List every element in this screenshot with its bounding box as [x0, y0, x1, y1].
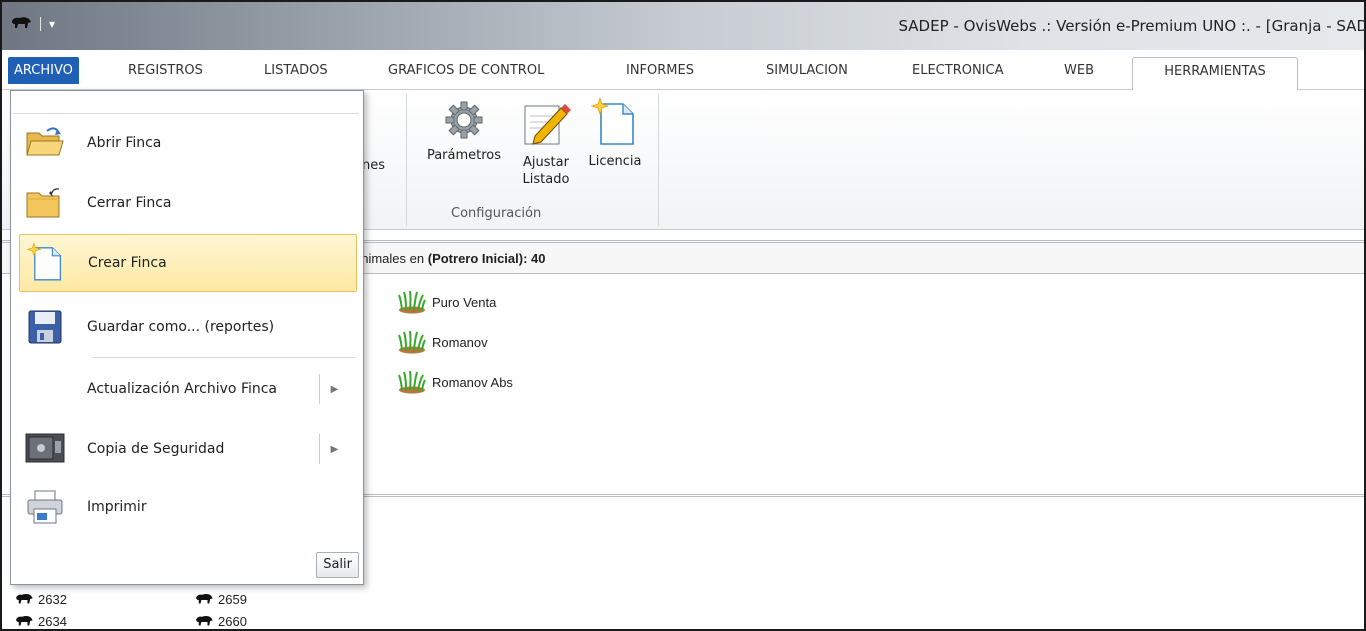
configuracion-group-label: Configuración: [451, 206, 542, 221]
salir-button[interactable]: Salir: [316, 552, 359, 578]
pasture-item[interactable]: Romanov: [398, 330, 488, 354]
animal-count-location: (Potrero Inicial): 40: [427, 251, 546, 266]
animal-item[interactable]: 2660: [194, 614, 247, 629]
sheep-icon: [16, 615, 33, 625]
file-menu-items: Abrir Finca Cerrar Finca Crear Finca Gua…: [13, 113, 359, 545]
new-document-icon: [26, 243, 62, 281]
crear-finca-label: Crear Finca: [88, 255, 167, 271]
ajustar-listado-label: Ajustar Listado: [522, 155, 570, 187]
pasture-label: Puro Venta: [432, 294, 497, 310]
animal-count-text: animales en (Potrero Inicial): 40: [354, 251, 545, 266]
window-title: SADEP - OvisWebs .: Versión e-Premium UN…: [898, 17, 1366, 35]
tab-registros[interactable]: REGISTROS: [128, 57, 203, 84]
sheep-icon: [196, 615, 213, 625]
tab-simulacion[interactable]: SIMULACION: [766, 57, 848, 84]
grass-icon: [398, 290, 426, 314]
animal-id: 2660: [218, 614, 247, 629]
crear-finca-item[interactable]: Crear Finca: [19, 234, 357, 292]
copia-de-seguridad-item[interactable]: Copia de Seguridad ▶: [19, 420, 357, 478]
sheep-icon: [196, 593, 213, 603]
file-menu: Abrir Finca Cerrar Finca Crear Finca Gua…: [10, 90, 364, 585]
animal-id: 2659: [218, 592, 247, 607]
tab-electronica[interactable]: ELECTRONICA: [912, 57, 1003, 84]
pasture-label: Romanov: [432, 334, 488, 350]
floppy-disk-icon: [28, 310, 62, 344]
tab-herramientas[interactable]: HERRAMIENTAS: [1132, 57, 1298, 90]
parametros-button[interactable]: Parámetros: [416, 98, 512, 163]
guardar-como-item[interactable]: Guardar como... (reportes): [19, 298, 357, 356]
abrir-finca-item[interactable]: Abrir Finca: [19, 114, 357, 172]
tab-listados[interactable]: LISTADOS: [264, 57, 328, 84]
animal-item[interactable]: 2632: [14, 592, 67, 607]
animal-item[interactable]: 2634: [14, 614, 67, 629]
app-window: ▾ SADEP - OvisWebs .: Versión e-Premium …: [0, 0, 1366, 631]
close-folder-icon: [26, 188, 60, 218]
ribbon-group-separator: [658, 94, 659, 226]
pasture-item[interactable]: Puro Venta: [398, 290, 496, 314]
submenu-arrow-icon[interactable]: ▶: [319, 434, 349, 464]
tab-web[interactable]: WEB: [1064, 57, 1094, 84]
pasture-item[interactable]: Romanov Abs: [398, 370, 513, 394]
parametros-label: Parámetros: [426, 148, 502, 163]
title-bar: ▾ SADEP - OvisWebs .: Versión e-Premium …: [2, 2, 1366, 50]
actualizacion-archivo-finca-item[interactable]: Actualización Archivo Finca ▶: [19, 360, 357, 418]
submenu-arrow-icon[interactable]: ▶: [319, 374, 349, 404]
quick-access-toolbar: ▾: [10, 16, 55, 32]
gear-icon: [445, 101, 483, 139]
guardar-como-label: Guardar como... (reportes): [87, 319, 275, 335]
pasture-label: Romanov Abs: [432, 374, 513, 390]
actualizacion-archivo-finca-label: Actualización Archivo Finca: [87, 381, 278, 397]
copia-de-seguridad-label: Copia de Seguridad: [87, 441, 225, 457]
menu-tab-bar: ARCHIVO REGISTROS LISTADOS GRAFICOS DE C…: [2, 50, 1364, 90]
printer-icon: [27, 490, 63, 524]
ribbon-group-separator: [406, 94, 407, 226]
licencia-button[interactable]: Licencia: [582, 98, 648, 169]
imprimir-label: Imprimir: [87, 499, 147, 515]
tab-graficos-de-control[interactable]: GRAFICOS DE CONTROL: [388, 57, 544, 84]
grass-icon: [398, 330, 426, 354]
customize-toolbar-dropdown[interactable]: ▾: [49, 17, 55, 31]
tab-informes[interactable]: INFORMES: [626, 57, 694, 84]
new-document-icon: [591, 98, 634, 145]
tab-archivo[interactable]: ARCHIVO: [8, 57, 79, 84]
open-folder-icon: [26, 127, 64, 156]
licencia-label: Licencia: [588, 154, 642, 169]
cerrar-finca-label: Cerrar Finca: [87, 195, 172, 211]
toolbar-separator: [40, 17, 41, 31]
safe-icon: [25, 433, 65, 463]
abrir-finca-label: Abrir Finca: [87, 135, 162, 151]
imprimir-item[interactable]: Imprimir: [19, 478, 357, 536]
animal-id: 2634: [38, 614, 67, 629]
sheep-logo-icon[interactable]: [10, 16, 32, 32]
cerrar-finca-item[interactable]: Cerrar Finca: [19, 174, 357, 232]
menu-separator: [93, 357, 355, 358]
animal-item[interactable]: 2659: [194, 592, 247, 607]
grass-icon: [398, 370, 426, 394]
animal-id: 2632: [38, 592, 67, 607]
sheep-icon: [16, 593, 33, 603]
edit-pencil-icon: [524, 104, 571, 145]
ajustar-listado-button[interactable]: Ajustar Listado: [514, 98, 578, 188]
animal-count-prefix: animales en: [354, 251, 425, 266]
